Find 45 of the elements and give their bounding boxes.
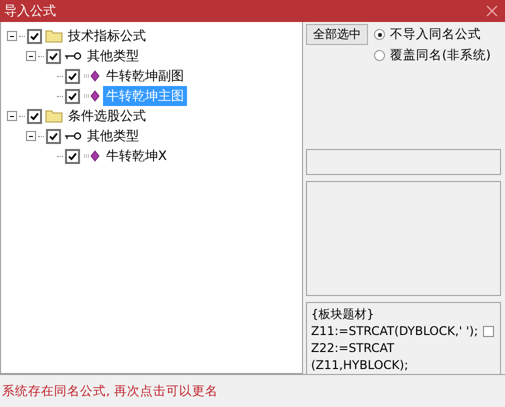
close-icon[interactable] — [486, 5, 498, 17]
key-icon — [64, 51, 82, 61]
checkbox[interactable] — [46, 128, 61, 144]
diamond-icon — [83, 150, 101, 162]
code-line: Z22:=STRCAT — [311, 340, 396, 357]
status-message: 系统存在同名公式, 再次点击可以更名 — [2, 382, 218, 400]
code-line: (Z11,HYBLOCK); — [311, 356, 410, 374]
diamond-icon — [83, 90, 101, 102]
tree-item[interactable]: 技术指标公式 — [65, 26, 149, 46]
checkbox[interactable] — [65, 68, 80, 84]
tree-item[interactable]: 牛转乾坤X — [103, 146, 170, 166]
collapse-icon[interactable] — [7, 31, 17, 41]
checkmark-icon — [49, 52, 58, 60]
diamond-icon — [83, 70, 101, 82]
checkmark-icon — [30, 32, 39, 40]
checkbox[interactable] — [27, 108, 42, 124]
select-all-button[interactable]: 全部选中 — [306, 24, 368, 45]
collapse-icon[interactable] — [7, 111, 17, 121]
tree-item[interactable]: 牛转乾坤副图 — [103, 66, 187, 86]
code-line: Z11:=STRCAT(DYBLOCK,' '); — [311, 322, 478, 340]
input-field[interactable] — [306, 148, 501, 175]
checkbox[interactable] — [65, 88, 80, 104]
key-icon — [64, 131, 82, 141]
option-label[interactable]: 不导入同名公式 — [390, 26, 481, 43]
tree-item[interactable]: 其他类型 — [84, 126, 142, 146]
radio-button[interactable] — [374, 50, 385, 61]
checkbox[interactable] — [65, 148, 80, 164]
tree-item[interactable]: 其他类型 — [84, 46, 142, 66]
collapse-icon[interactable] — [26, 51, 36, 61]
option-label[interactable]: 覆盖同名(非系统) — [390, 47, 491, 64]
checkmark-icon — [68, 152, 77, 160]
checkbox[interactable] — [27, 28, 42, 44]
checkmark-icon — [30, 112, 39, 120]
window-title: 导入公式 — [4, 3, 56, 20]
radio-button[interactable] — [374, 29, 385, 40]
folder-icon — [45, 29, 63, 43]
tree-item[interactable]: 条件选股公式 — [65, 106, 149, 126]
checkmark-icon — [49, 132, 58, 140]
folder-icon — [45, 109, 63, 123]
collapse-icon[interactable] — [26, 131, 36, 141]
checkmark-icon — [68, 92, 77, 100]
checkmark-icon — [68, 72, 77, 80]
checkbox[interactable] — [46, 48, 61, 64]
checkbox[interactable] — [483, 326, 494, 337]
code-line: {板块题材} — [311, 306, 376, 323]
